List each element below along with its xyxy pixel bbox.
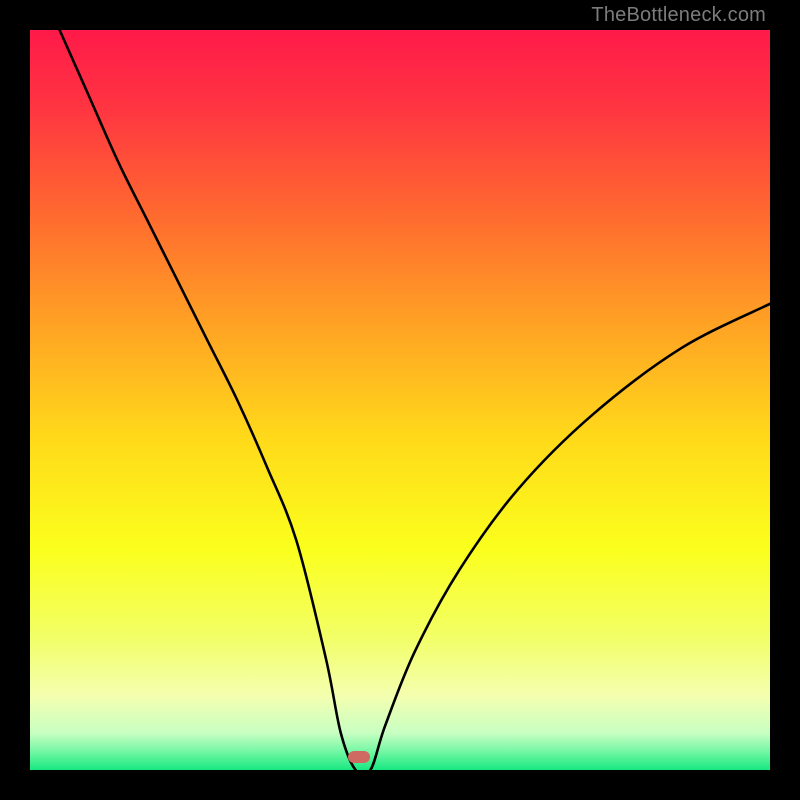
plot-area: [30, 30, 770, 770]
optimum-marker: [348, 751, 370, 763]
watermark-text: TheBottleneck.com: [591, 4, 766, 27]
chart-frame: TheBottleneck.com: [0, 0, 800, 800]
bottleneck-curve: [30, 30, 770, 770]
